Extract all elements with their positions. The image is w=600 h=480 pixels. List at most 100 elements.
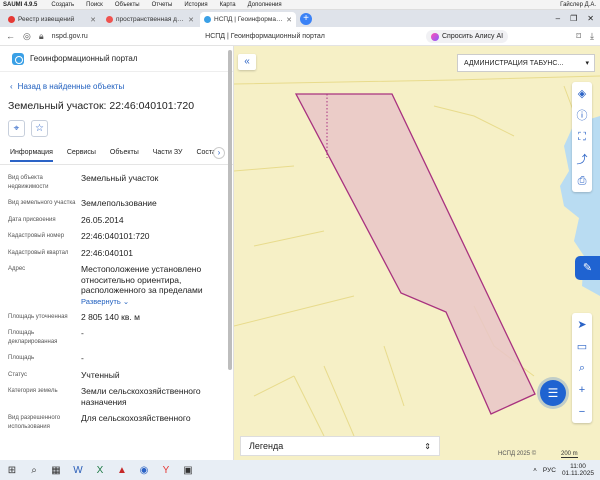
language-indicator[interactable]: РУС bbox=[543, 467, 556, 474]
windows-start-icon[interactable]: ⊞ bbox=[6, 464, 18, 476]
system-tray: ˄ РУС 11:00 01.11.2025 bbox=[533, 463, 600, 477]
minimize-icon[interactable]: – bbox=[556, 14, 560, 23]
property-value: Земли сельскохозяйственного назначения bbox=[81, 386, 201, 407]
info-icon[interactable]: ⓘ bbox=[572, 104, 592, 126]
search-icon[interactable]: ⌕ bbox=[28, 464, 40, 476]
side-service-badge[interactable]: ✎ bbox=[575, 256, 600, 280]
share-icon[interactable]: ⤴ bbox=[572, 148, 592, 170]
property-value: Местоположение установлено относительно … bbox=[81, 264, 203, 295]
browser-tab-strip: Реестр извещений ✕ пространственная данн… bbox=[0, 10, 600, 27]
addressbar-actions: ⌑ ⤓ bbox=[576, 31, 594, 42]
selected-parcel[interactable] bbox=[294, 93, 536, 415]
yandex-browser-icon[interactable]: Y bbox=[160, 464, 172, 476]
new-tab-button[interactable]: + bbox=[300, 13, 312, 25]
property-key: Кадастровый квартал bbox=[8, 249, 69, 256]
window-controls: – ❐ ✕ bbox=[556, 14, 600, 23]
property-row: Площадь декларированная - bbox=[0, 328, 233, 347]
property-key: Статус bbox=[8, 371, 27, 378]
chat-button[interactable]: ☰ bbox=[540, 380, 566, 406]
locate-on-map-button[interactable]: ⌖ bbox=[8, 120, 25, 137]
back-to-results-link[interactable]: ‹ Назад в найденные объекты bbox=[10, 82, 233, 91]
excel-icon[interactable]: X bbox=[94, 464, 106, 476]
menu-item-history[interactable]: История bbox=[184, 2, 207, 8]
portal-logo-icon bbox=[12, 52, 24, 65]
property-key: Кадастровый номер bbox=[8, 233, 65, 239]
legend-label: Легенда bbox=[249, 441, 284, 451]
browser-tab-active[interactable]: НСПД | Геоинформационн... ✕ bbox=[200, 12, 296, 27]
chevron-down-icon: ▾ bbox=[585, 60, 589, 67]
property-key: Площадь уточненная bbox=[8, 313, 68, 320]
tab-title: пространственная данн... bbox=[116, 16, 185, 23]
tray-expand-icon[interactable]: ˄ bbox=[533, 467, 537, 474]
menu-item-create[interactable]: Создать bbox=[51, 2, 74, 8]
service-icon: ✎ bbox=[582, 262, 593, 274]
menu-item-search[interactable]: Поиск bbox=[86, 2, 103, 8]
clock[interactable]: 11:00 01.11.2025 bbox=[562, 463, 594, 477]
browser-icon[interactable]: ◉ bbox=[138, 464, 150, 476]
chevron-updown-icon: ⇕ bbox=[424, 441, 431, 451]
close-window-icon[interactable]: ✕ bbox=[587, 14, 594, 23]
legend-toggle[interactable]: Легенда ⇕ bbox=[240, 436, 440, 456]
property-row: Кадастровый квартал 22:46:040101 bbox=[0, 248, 233, 259]
bookmark-icon[interactable]: ⌑ bbox=[576, 31, 581, 42]
property-key: Площадь декларированная bbox=[8, 330, 58, 345]
object-title: Земельный участок: 22:46:040101:720 bbox=[8, 100, 195, 112]
object-info-panel: Геоинформационный портал ‹ Назад в найде… bbox=[0, 46, 234, 460]
chevron-down-icon: ⌄ bbox=[122, 296, 130, 306]
download-icon[interactable]: ⤓ bbox=[590, 31, 594, 42]
tab-services[interactable]: Сервисы bbox=[67, 149, 96, 156]
menu-item-map[interactable]: Карта bbox=[220, 2, 236, 8]
crosshair-icon: ⌖ bbox=[13, 123, 20, 134]
lock-icon: 🔒︎ bbox=[38, 30, 44, 41]
browser-tab[interactable]: пространственная данн... ✕ bbox=[102, 12, 198, 27]
close-icon[interactable]: ✕ bbox=[286, 16, 292, 24]
tabs-scroll-right-icon[interactable]: › bbox=[213, 147, 225, 159]
ruler-icon[interactable]: ▭ bbox=[572, 335, 592, 357]
tab-parts[interactable]: Части ЗУ bbox=[153, 149, 183, 156]
alisa-button[interactable]: Спросить Алису AI bbox=[426, 30, 509, 43]
property-row: Дата присвоения 26.05.2014 bbox=[0, 215, 233, 226]
clock-date: 01.11.2025 bbox=[561, 470, 594, 477]
menu-item-reports[interactable]: Отчеты bbox=[152, 2, 173, 8]
browser-tab[interactable]: Реестр извещений ✕ bbox=[4, 12, 100, 27]
pdf-icon[interactable]: ▲ bbox=[116, 464, 128, 476]
alisa-label: Спросить Алису AI bbox=[442, 33, 504, 40]
admin-unit-select[interactable]: АДМИНИСТРАЦИЯ ТАБУНС... ▾ bbox=[457, 54, 595, 72]
zoom-in-icon[interactable]: + bbox=[572, 379, 592, 401]
current-user: Гайслер Д.А. bbox=[560, 1, 596, 8]
property-list: Вид объекта недвижимости Земельный участ… bbox=[0, 165, 233, 432]
property-key: Вид земельного участка bbox=[8, 200, 76, 206]
url-field[interactable]: nspd.gov.ru bbox=[52, 33, 88, 40]
property-row: Адрес Местоположение установлено относит… bbox=[0, 264, 233, 306]
address-bar: ← ◎ 🔒︎ nspd.gov.ru НСПД | Геоинформацион… bbox=[0, 27, 600, 46]
map-view[interactable]: « АДМИНИСТРАЦИЯ ТАБУНС... ▾ ◈ ⓘ ⛶ ⤴ ⎙ ✎ … bbox=[234, 46, 600, 460]
property-value: Для сельскохозяйственного bbox=[81, 413, 191, 423]
close-icon[interactable]: ✕ bbox=[90, 16, 96, 24]
panel-scrollbar[interactable] bbox=[228, 50, 232, 370]
double-chevron-left-icon: « bbox=[244, 56, 250, 67]
chevron-left-icon: ‹ bbox=[10, 82, 13, 91]
maximize-icon[interactable]: ❐ bbox=[570, 14, 577, 23]
print-icon[interactable]: ⎙ bbox=[572, 170, 592, 192]
menu-item-addons[interactable]: Дополнения bbox=[248, 2, 282, 8]
property-row: Вид объекта недвижимости Земельный участ… bbox=[0, 173, 233, 192]
object-subtabs: Информация Сервисы Объекты Части ЗУ Сост… bbox=[0, 147, 233, 165]
word-icon[interactable]: W bbox=[72, 464, 84, 476]
tab-information[interactable]: Информация bbox=[10, 149, 53, 162]
back-icon[interactable]: ← bbox=[6, 31, 15, 41]
app-icon[interactable]: ▣ bbox=[182, 464, 194, 476]
expand-address-link[interactable]: Развернуть ⌄ bbox=[81, 297, 225, 306]
layers-icon[interactable]: ◈ bbox=[572, 82, 592, 104]
tab-objects[interactable]: Объекты bbox=[110, 149, 139, 156]
close-icon[interactable]: ✕ bbox=[188, 16, 194, 24]
navigate-icon[interactable]: ➤ bbox=[572, 313, 592, 335]
file-explorer-icon[interactable]: ▦ bbox=[50, 464, 62, 476]
menu-item-objects[interactable]: Объекты bbox=[115, 2, 140, 8]
favorite-button[interactable]: ☆ bbox=[31, 120, 48, 137]
frame-icon[interactable]: ⛶ bbox=[572, 126, 592, 148]
site-info-icon[interactable]: ◎ bbox=[23, 31, 31, 42]
zoom-out-icon[interactable]: − bbox=[572, 401, 592, 423]
alisa-icon bbox=[431, 32, 439, 41]
collapse-panel-button[interactable]: « bbox=[238, 54, 256, 70]
search-map-icon[interactable]: ⌕ bbox=[572, 357, 592, 379]
